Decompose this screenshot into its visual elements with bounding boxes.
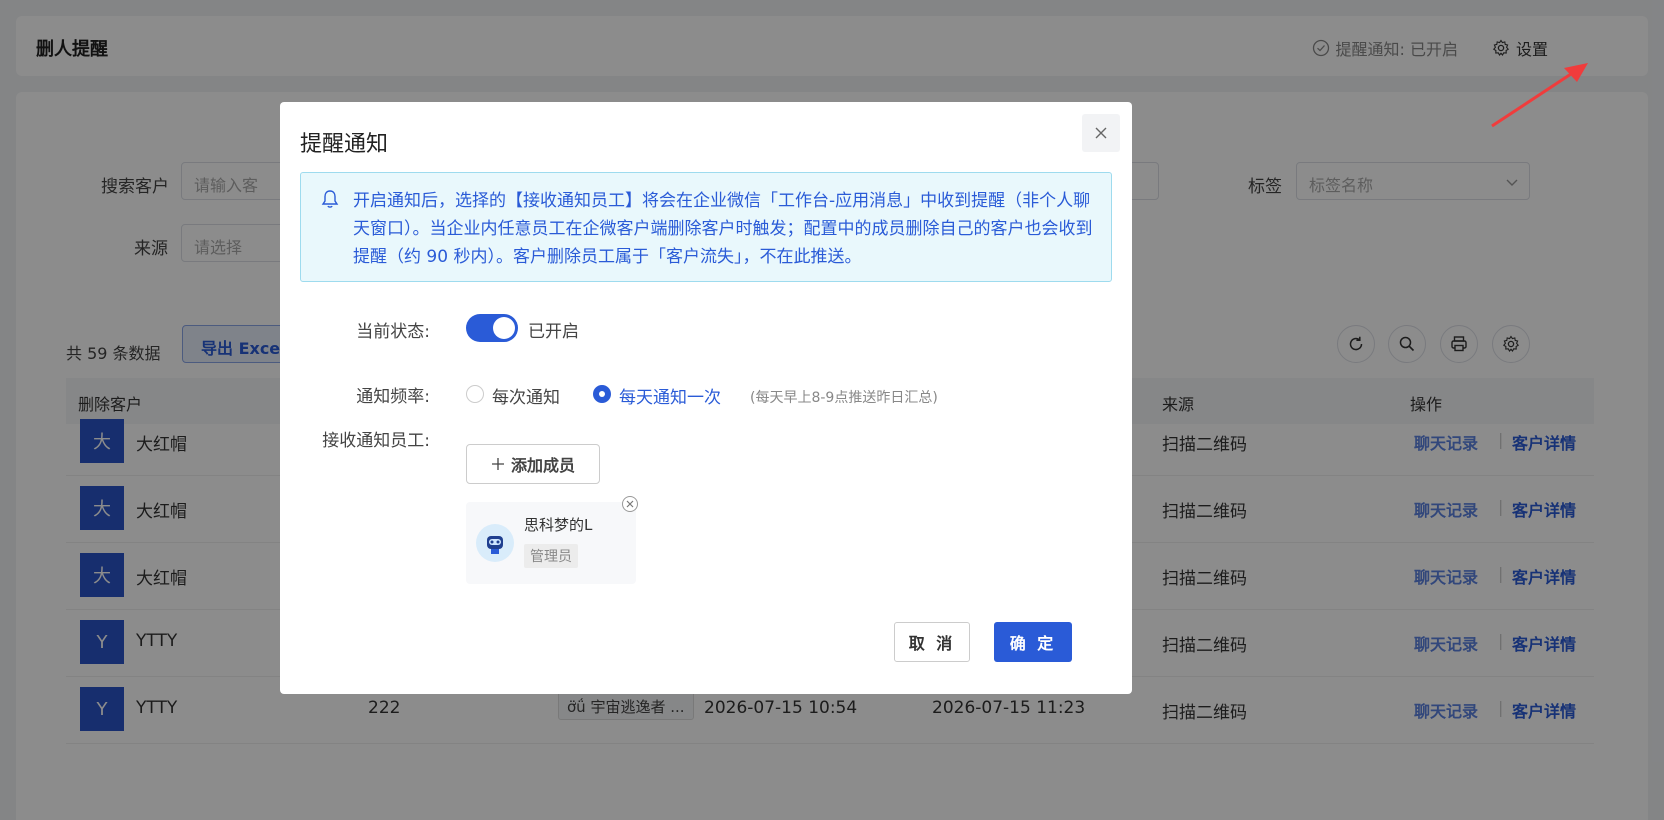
arrow-annotation-icon [1491, 63, 1588, 128]
add-member-label: 添加成员 [510, 456, 575, 475]
close-icon [626, 500, 634, 508]
notice-settings-dialog: 提醒通知 开启通知后，选择的【接收通知员工】将会在企业微信「工作台-应用消息」中… [280, 102, 1132, 694]
alert-text: 开启通知后，选择的【接收通知员工】将会在企业微信「工作台-应用消息」中收到提醒（… [353, 191, 1093, 267]
close-button[interactable] [1082, 114, 1120, 152]
frequency-label: 通知频率: [356, 387, 430, 407]
radio-each-time[interactable] [466, 385, 484, 403]
radio-daily[interactable] [593, 385, 611, 403]
member-name: 思科梦的L [524, 516, 593, 534]
member-avatar [476, 524, 514, 562]
add-member-button[interactable]: 添加成员 [466, 444, 600, 484]
info-alert: 开启通知后，选择的【接收通知员工】将会在企业微信「工作台-应用消息」中收到提醒（… [300, 172, 1112, 282]
toggle-knob [493, 317, 515, 339]
cancel-button[interactable]: 取 消 [894, 622, 970, 662]
freq-option-daily[interactable]: 每天通知一次 [619, 383, 721, 408]
remove-member-button[interactable] [622, 496, 638, 512]
recipients-label: 接收通知员工: [322, 431, 430, 451]
close-icon [1095, 127, 1107, 139]
member-card: 思科梦的L 管理员 [466, 496, 638, 584]
status-label: 当前状态: [356, 322, 430, 342]
robot-avatar-icon [487, 536, 503, 554]
confirm-button[interactable]: 确 定 [994, 622, 1072, 662]
dialog-title: 提醒通知 [300, 132, 389, 157]
plus-icon [491, 458, 504, 470]
member-role-badge: 管理员 [524, 544, 578, 568]
status-value: 已开启 [528, 322, 579, 342]
freq-option-each-time[interactable]: 每次通知 [492, 383, 560, 408]
notification-toggle[interactable] [466, 314, 518, 342]
bell-icon [321, 190, 339, 208]
frequency-hint: (每天早上8-9点推送昨日汇总) [750, 390, 938, 406]
